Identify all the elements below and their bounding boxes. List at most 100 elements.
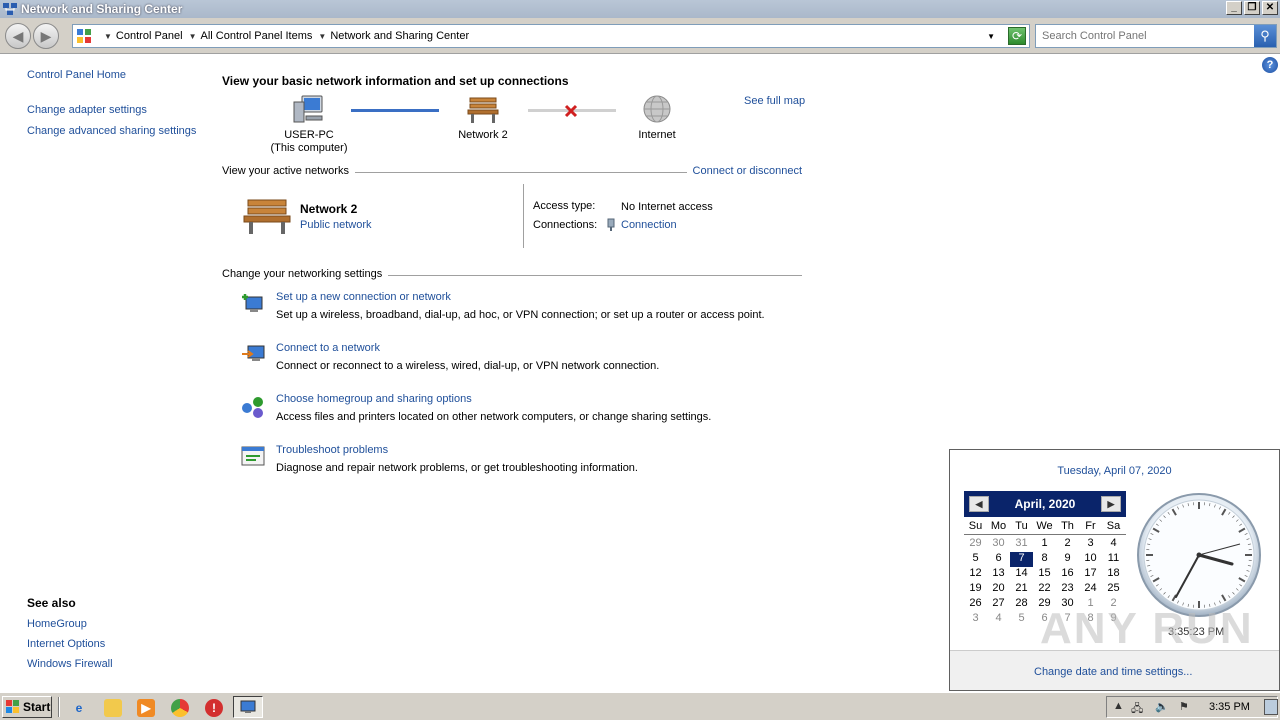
control-panel-icon [77,29,91,43]
calendar-day[interactable]: 10 [1079,552,1102,567]
calendar-day[interactable]: 16 [1056,567,1079,582]
internet-options-link[interactable]: Internet Options [27,638,113,650]
calendar-day[interactable]: 2 [1102,597,1125,612]
calendar-day[interactable]: 1 [1033,537,1056,552]
previous-month-button[interactable]: ◀ [969,496,989,512]
forward-button[interactable]: ▶ [33,23,59,49]
calendar-day[interactable]: 31 [1010,537,1033,552]
title-bar: Network and Sharing Center _ ❐ ✕ [0,0,1280,18]
calendar-day[interactable]: 4 [987,612,1010,627]
calendar-day[interactable]: 12 [964,567,987,582]
calendar-day[interactable]: 4 [1102,537,1125,552]
task-troubleshoot: Troubleshoot problems Diagnose and repai… [240,444,800,484]
calendar-day[interactable]: 21 [1010,582,1033,597]
volume-icon[interactable]: 🔈 [1155,700,1169,713]
connection-link[interactable]: Connection [621,219,677,231]
calendar-day[interactable]: 25 [1102,582,1125,597]
connect-or-disconnect-link[interactable]: Connect or disconnect [686,165,802,177]
breadcrumb-network-center[interactable]: ▼ Network and Sharing Center [312,30,469,42]
change-advanced-sharing-link[interactable]: Change advanced sharing settings [27,125,196,137]
calendar-day[interactable]: 20 [987,582,1010,597]
troubleshoot-link[interactable]: Troubleshoot problems [276,444,388,456]
active-window-task[interactable] [233,696,263,718]
chevron-down-icon: ▼ [104,31,112,41]
change-date-time-link[interactable]: Change date and time settings... [1034,666,1192,678]
help-icon[interactable]: ? [1262,57,1278,73]
file-explorer-icon[interactable] [104,699,122,717]
calendar-day[interactable]: 17 [1079,567,1102,582]
show-hidden-icons[interactable]: ▲ [1113,700,1124,712]
taskbar-clock[interactable]: 3:35 PM [1209,701,1250,713]
calendar-day[interactable]: 22 [1033,582,1056,597]
calendar-day[interactable]: 1 [1079,597,1102,612]
search-icon[interactable]: ⚲ [1254,25,1276,47]
disconnected-x-icon[interactable] [563,103,579,119]
homegroup-link[interactable]: HomeGroup [27,618,113,630]
change-adapter-settings-link[interactable]: Change adapter settings [27,104,147,116]
calendar-day[interactable]: 30 [1056,597,1079,612]
refresh-button[interactable]: ⟳ [1008,27,1026,45]
calendar-day[interactable]: 14 [1010,567,1033,582]
full-date-link[interactable]: Tuesday, April 07, 2020 [950,465,1279,477]
search-input[interactable] [1038,27,1250,45]
calendar-day[interactable]: 6 [987,552,1010,567]
back-button[interactable]: ◀ [5,23,31,49]
connect-network-link[interactable]: Connect to a network [276,342,380,354]
calendar-header: ◀ April, 2020 ▶ [964,491,1126,517]
calendar-day[interactable]: 27 [987,597,1010,612]
show-desktop-button[interactable] [1264,699,1278,715]
calendar-day[interactable]: 30 [987,537,1010,552]
calendar-day[interactable]: 18 [1102,567,1125,582]
next-month-button[interactable]: ▶ [1101,496,1121,512]
calendar-day[interactable]: 8 [1033,552,1056,567]
breadcrumb-all-items[interactable]: ▼ All Control Panel Items [183,30,313,42]
homegroup-sharing-link[interactable]: Choose homegroup and sharing options [276,393,472,405]
search-box: ⚲ [1035,24,1277,48]
vertical-divider [523,184,524,248]
calendar-day[interactable]: 15 [1033,567,1056,582]
calendar-day[interactable]: 29 [964,537,987,552]
start-button[interactable]: Start [2,696,52,718]
weekday-label: Mo [990,520,1007,532]
internet-explorer-icon[interactable]: e [70,699,88,717]
calendar-day[interactable]: 6 [1033,612,1056,627]
minimize-button[interactable]: _ [1226,1,1242,15]
calendar-day[interactable]: 7 [1009,551,1034,568]
address-field[interactable]: ▼ Control Panel ▼ All Control Panel Items … [72,24,1030,48]
calendar-day[interactable]: 3 [964,612,987,627]
calendar-day[interactable]: 13 [987,567,1010,582]
calendar-day[interactable]: 24 [1079,582,1102,597]
calendar-day[interactable]: 19 [964,582,987,597]
setup-connection-link[interactable]: Set up a new connection or network [276,291,451,303]
map-computer-node[interactable]: USER-PC (This computer) [259,94,359,155]
calendar-day[interactable]: 3 [1079,537,1102,552]
map-network-node[interactable]: Network 2 [433,94,533,142]
action-center-flag-icon[interactable]: ⚑ [1179,700,1189,713]
address-dropdown-icon[interactable]: ▼ [987,32,995,41]
calendar-day[interactable]: 8 [1079,612,1102,627]
windows-firewall-link[interactable]: Windows Firewall [27,658,113,670]
calendar-day[interactable]: 23 [1056,582,1079,597]
calendar-day[interactable]: 9 [1056,552,1079,567]
calendar-day[interactable]: 2 [1056,537,1079,552]
calendar-day[interactable]: 5 [1010,612,1033,627]
chrome-icon[interactable] [171,699,189,717]
calendar-day[interactable]: 11 [1102,552,1125,567]
calendar-day[interactable]: 29 [1033,597,1056,612]
breadcrumb-control-panel[interactable]: ▼ Control Panel [98,30,183,42]
close-button[interactable]: ✕ [1262,1,1278,15]
control-panel-home-link[interactable]: Control Panel Home [27,69,126,81]
calendar-day[interactable]: 28 [1010,597,1033,612]
month-label[interactable]: April, 2020 [1015,497,1076,511]
calendar-day[interactable]: 26 [964,597,987,612]
calendar-day[interactable]: 5 [964,552,987,567]
public-network-link[interactable]: Public network [300,219,372,231]
calendar-day[interactable]: 7 [1056,612,1079,627]
media-player-icon[interactable]: ▶ [137,699,155,717]
maximize-button[interactable]: ❐ [1244,1,1260,15]
network-tray-icon[interactable]: 🖧 [1131,700,1143,719]
see-full-map-link[interactable]: See full map [744,95,805,107]
calendar-day[interactable]: 9 [1102,612,1125,627]
map-internet-node[interactable]: Internet [607,94,707,142]
opera-icon[interactable]: ! [205,699,223,717]
